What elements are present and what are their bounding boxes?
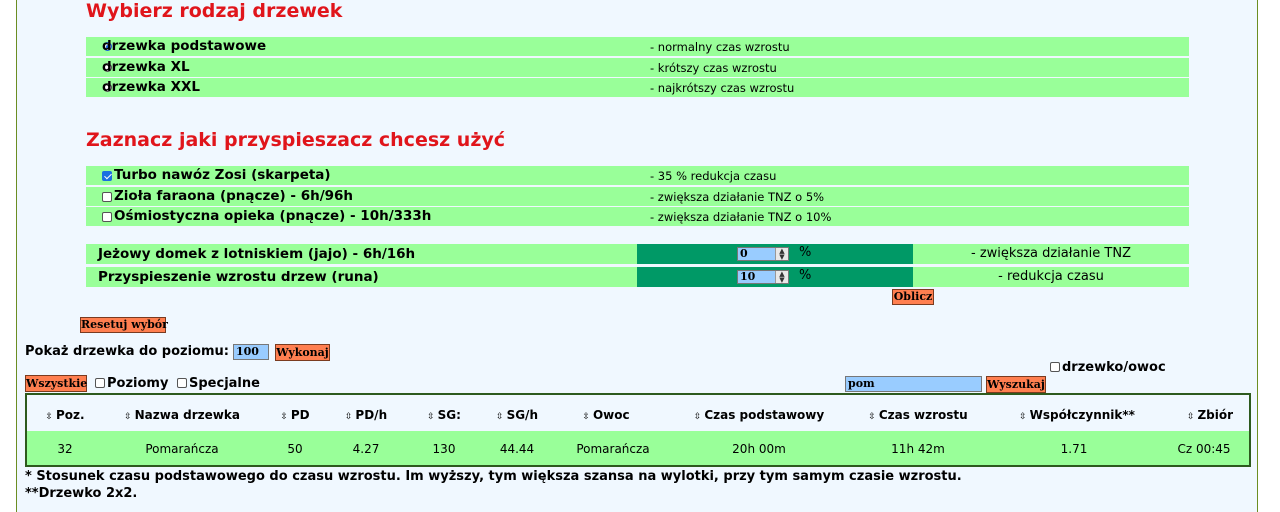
checkbox-pharaoh[interactable] <box>102 192 112 202</box>
cell-fruit: Pomarańcza <box>576 442 650 456</box>
accelerator-option-turbo[interactable]: Turbo nawóz Zosi (skarpeta) - 35 % reduk… <box>86 166 1189 185</box>
col-header-sg-per-hour[interactable]: ⇳ SG/h <box>496 408 538 422</box>
sort-icon: ⇳ <box>1019 412 1027 422</box>
sort-icon: ⇳ <box>496 412 504 422</box>
accelerator-option-label: Zioła faraona (pnącze) - 6h/96h <box>114 188 354 204</box>
table-row[interactable]: 32 Pomarańcza 50 4.27 130 44.44 Pomarańc… <box>27 431 1249 465</box>
sort-icon: ⇳ <box>45 412 53 422</box>
spinner-icon[interactable]: ▲ ▼ <box>775 270 788 283</box>
growth-type-heading: Wybierz rodzaj drzewek <box>86 0 343 22</box>
sort-icon: ⇳ <box>280 412 288 422</box>
search-button[interactable]: Wyszukaj <box>986 376 1046 393</box>
cell-harvest: Cz 00:45 <box>1177 442 1231 456</box>
cell-growth-time: 11h 42m <box>891 442 945 456</box>
checkbox-care[interactable] <box>102 212 112 222</box>
tree-fruit-checkbox[interactable] <box>1050 362 1060 372</box>
growth-option-desc: - krótszy czas wzrostu <box>650 61 777 75</box>
tree-fruit-toggle[interactable]: drzewko/owoc <box>1050 360 1166 375</box>
col-header-position[interactable]: ⇳ Poz. <box>45 408 84 422</box>
accelerator-option-desc: - zwiększa działanie TNZ o 10% <box>650 210 832 224</box>
col-header-ratio[interactable]: ⇳ Współczynnik** <box>1019 408 1135 422</box>
col-header-name[interactable]: ⇳ Nazwa drzewka <box>124 408 240 422</box>
accelerator-heading: Zaznacz jaki przyspieszacz chcesz użyć <box>86 129 506 151</box>
growth-option-xxl[interactable]: drzewka XXL - najkrótszy czas wzrostu <box>86 78 1189 97</box>
reset-button[interactable]: Resetuj wybór <box>80 317 168 333</box>
cell-pd-per-hour: 4.27 <box>352 442 380 456</box>
accelerator-option-desc: - zwiększa działanie TNZ o 5% <box>650 190 825 204</box>
col-header-harvest[interactable]: ⇳ Zbiór <box>1187 408 1233 422</box>
accelerator-option-care[interactable]: Ośmiostyczna opieka (pnącze) - 10h/333h … <box>86 207 1189 226</box>
sort-icon: ⇳ <box>1186 412 1195 422</box>
growth-option-xl[interactable]: drzewka XL - krótszy czas wzrostu <box>86 58 1189 77</box>
special-checkbox[interactable] <box>177 378 187 388</box>
percent-row-desc: - redukcja czasu <box>998 269 1104 284</box>
sort-icon: ⇳ <box>693 412 702 422</box>
percent-row-rune: Przyspieszenie wzrostu drzew (runa) 10 ▲… <box>86 267 1189 287</box>
level-filter-label: Pokaż drzewka do poziomu: <box>25 344 229 359</box>
calculate-button[interactable]: Oblicz <box>892 289 934 305</box>
tree-fruit-label: drzewko/owoc <box>1062 360 1166 375</box>
spinner-icon[interactable]: ▲ ▼ <box>775 247 788 260</box>
levels-filter[interactable]: Poziomy <box>95 376 168 391</box>
percent-row-label: Przyspieszenie wzrostu drzew (runa) <box>98 269 379 285</box>
hedgehog-percent-input[interactable]: 0 ▲ ▼ <box>737 247 789 261</box>
footnote-ratio: * Stosunek czasu podstawowego do czasu w… <box>25 469 962 484</box>
search-input[interactable]: pom <box>845 376 982 392</box>
execute-button[interactable]: Wykonaj <box>275 344 330 361</box>
levels-checkbox[interactable] <box>95 378 105 388</box>
cell-name: Pomarańcza <box>145 442 219 456</box>
rune-percent-input[interactable]: 10 ▲ ▼ <box>737 270 789 284</box>
percent-input-cell: 0 ▲ ▼ % <box>637 244 913 264</box>
col-header-pd-per-hour[interactable]: ⇳ PD/h <box>345 408 387 422</box>
cell-sg: 130 <box>432 442 456 456</box>
all-filter-button[interactable]: Wszystkie <box>25 375 87 392</box>
percent-unit: % <box>799 245 812 260</box>
growth-option-desc: - normalny czas wzrostu <box>650 40 790 54</box>
accelerator-option-pharaoh[interactable]: Zioła faraona (pnącze) - 6h/96h - zwięks… <box>86 187 1189 206</box>
percent-row-label: Jeżowy domek z lotniskiem (jajo) - 6h/16… <box>98 246 416 262</box>
trees-table: ⇳ Poz. ⇳ Nazwa drzewka ⇳ PD ⇳ PD/h ⇳ SG: ⇳ SG/… <box>25 393 1251 467</box>
sort-icon: ⇳ <box>868 412 876 422</box>
growth-option-label: drzewka XXL <box>102 79 201 95</box>
col-header-growth-time[interactable]: ⇳ Czas wzrostu <box>868 408 967 422</box>
footnote-2x2: **Drzewko 2x2. <box>25 486 138 501</box>
col-header-base-time[interactable]: ⇳ Czas podstawowy <box>694 408 824 422</box>
accelerator-option-label: Ośmiostyczna opieka (pnącze) - 10h/333h <box>114 208 432 224</box>
growth-option-basic[interactable]: drzewka podstawowe - normalny czas wzros… <box>86 37 1189 56</box>
cell-position: 32 <box>57 442 73 456</box>
levels-label: Poziomy <box>107 376 169 391</box>
cell-ratio: 1.71 <box>1060 442 1088 456</box>
sort-icon: ⇳ <box>582 412 590 422</box>
col-header-pd[interactable]: ⇳ PD <box>280 408 309 422</box>
accelerator-option-desc: - 35 % redukcja czasu <box>650 169 777 183</box>
checkbox-turbo[interactable] <box>102 171 112 181</box>
growth-option-desc: - najkrótszy czas wzrostu <box>650 81 795 95</box>
col-header-fruit[interactable]: ⇳ Owoc <box>582 408 629 422</box>
cell-base-time: 20h 00m <box>732 442 786 456</box>
cell-pd: 50 <box>287 442 303 456</box>
level-input[interactable]: 100 <box>233 344 269 360</box>
special-label: Specjalne <box>189 376 260 391</box>
percent-unit: % <box>799 268 812 283</box>
sort-icon: ⇳ <box>427 412 435 422</box>
growth-option-label: drzewka XL <box>102 59 190 75</box>
cell-sg-per-hour: 44.44 <box>499 442 535 456</box>
percent-row-hedgehog: Jeżowy domek z lotniskiem (jajo) - 6h/16… <box>86 244 1189 264</box>
percent-row-desc: - zwiększa działanie TNZ <box>971 246 1131 261</box>
col-header-sg[interactable]: ⇳ SG: <box>427 408 461 422</box>
sort-icon: ⇳ <box>344 412 353 422</box>
growth-option-label: drzewka podstawowe <box>102 38 267 54</box>
accelerator-option-label: Turbo nawóz Zosi (skarpeta) <box>114 167 331 183</box>
percent-input-cell: 10 ▲ ▼ % <box>637 267 913 287</box>
sort-icon: ⇳ <box>124 412 132 422</box>
special-filter[interactable]: Specjalne <box>177 376 260 391</box>
